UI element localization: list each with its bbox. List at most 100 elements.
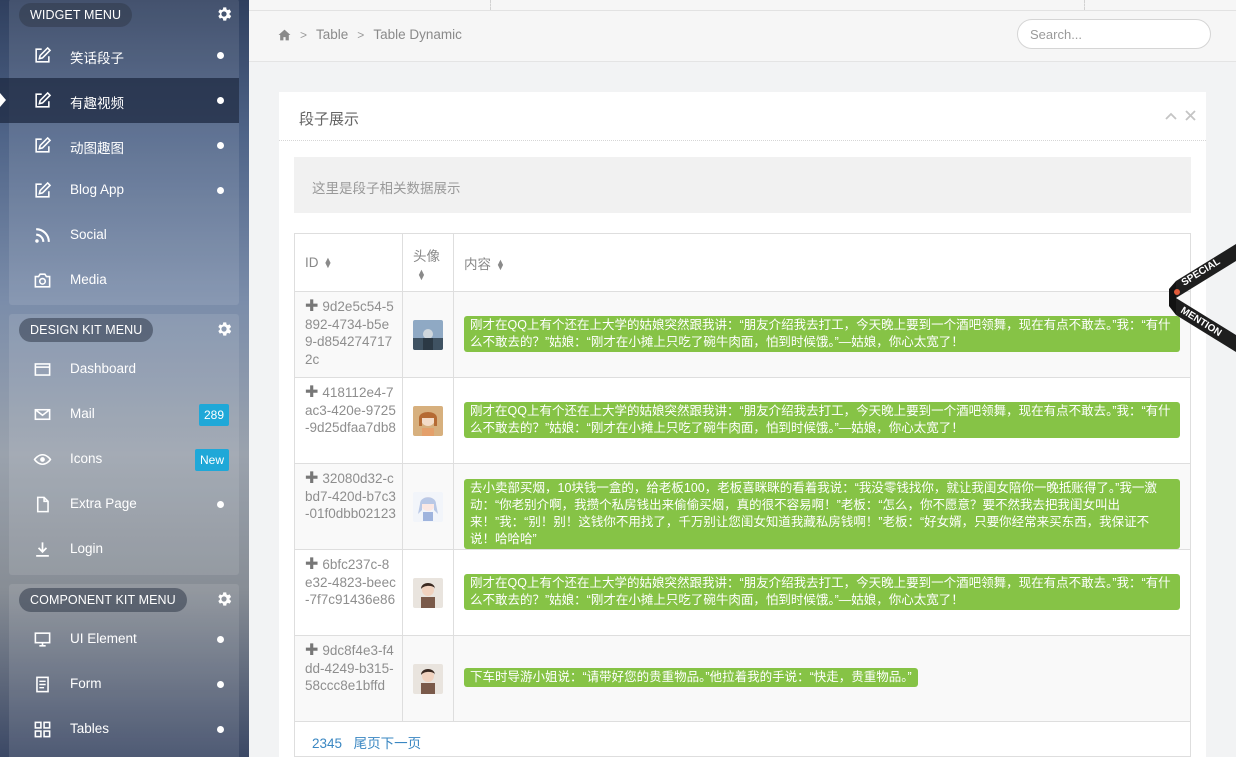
- expand-plus-icon[interactable]: ✚: [305, 298, 318, 315]
- sort-icon[interactable]: ▲ ▼: [417, 267, 426, 281]
- expand-plus-icon[interactable]: ✚: [305, 556, 318, 573]
- sidebar-item-mail[interactable]: Mail 289: [9, 392, 239, 437]
- sidebar-item-ui-element[interactable]: UI Element: [9, 617, 239, 662]
- divider: [249, 10, 1236, 11]
- joke-text: 刚才在QQ上有个还在上大学的姑娘突然跟我讲：“朋友介绍我去打工，今天晚上要到一个…: [464, 574, 1180, 610]
- component-kit-menu-header: COMPONENT KIT MENU: [9, 584, 239, 617]
- avatar: [413, 664, 443, 694]
- last-next-page-link[interactable]: 尾页下一页: [354, 736, 422, 751]
- sidebar-item-gifs[interactable]: 动图趣图: [9, 123, 239, 168]
- dot-indicator: [217, 52, 224, 59]
- sidebar-item-tables[interactable]: Tables: [9, 707, 239, 752]
- menu-group-title: WIDGET MENU: [19, 3, 133, 27]
- gear-icon[interactable]: [215, 590, 233, 608]
- table-row: ✚ 9dc8f4e3-f4dd-4249-b315-58ccc8e1bffd 下车…: [294, 635, 1191, 722]
- avatar: [413, 492, 443, 522]
- pagination-row: 2345 尾页下一页: [294, 721, 1191, 757]
- download-icon: [36, 542, 49, 557]
- avatar: [413, 406, 443, 436]
- sidebar-item-form[interactable]: Form: [9, 662, 239, 707]
- home-icon[interactable]: [278, 29, 291, 41]
- row-id: 32080d32-cbd7-420d-b7c3-01f0dbb02123: [305, 471, 396, 521]
- row-id: 9dc8f4e3-f4dd-4249-b315-58ccc8e1bffd: [305, 643, 394, 693]
- info-notice: 这里是段子相关数据展示: [294, 157, 1191, 213]
- column-header-label: ID: [305, 255, 319, 270]
- dot-indicator: [217, 636, 224, 643]
- divider: [490, 0, 491, 10]
- breadcrumb-item-table[interactable]: Table: [316, 27, 348, 42]
- dot-indicator: [217, 187, 224, 194]
- widget-menu: WIDGET MENU 笑话段子 有趣视频 动图趣图 Blog App Soci…: [0, 0, 239, 305]
- sidebar-item-icons[interactable]: Icons New: [9, 437, 239, 482]
- sidebar-item-blog-app[interactable]: Blog App: [9, 168, 239, 213]
- sort-icon[interactable]: ▲ ▼: [324, 256, 333, 270]
- table-row: ✚ 32080d32-cbd7-420d-b7c3-01f0dbb02123 去小…: [294, 463, 1191, 550]
- panel-tools: [1165, 110, 1196, 122]
- page-numbers-link[interactable]: 2345: [312, 736, 342, 751]
- new-badge: New: [194, 449, 229, 471]
- mail-count-badge: 289: [198, 404, 229, 426]
- sidebar-item-label: Form: [70, 676, 102, 691]
- joke-text: 刚才在QQ上有个还在上大学的姑娘突然跟我讲：“朋友介绍我去打工，今天晚上要到一个…: [464, 316, 1180, 352]
- sidebar-item-jokes[interactable]: 笑话段子: [9, 33, 239, 78]
- top-bar: > Table > Table Dynamic: [249, 0, 1236, 62]
- sidebar-item-label: 动图趣图: [70, 141, 124, 156]
- chevron-up-icon[interactable]: [1165, 110, 1177, 122]
- sort-icon[interactable]: ▲ ▼: [496, 257, 505, 271]
- sidebar-item-login[interactable]: Login: [9, 527, 239, 572]
- dot-indicator: [217, 97, 224, 104]
- id-cell: ✚ 6bfc237c-8e32-4823-beec-7f7c91436e86: [294, 549, 403, 636]
- column-header-content[interactable]: 内容 ▲ ▼: [453, 233, 1191, 292]
- table-row: ✚ 6bfc237c-8e32-4823-beec-7f7c91436e86 刚才…: [294, 549, 1191, 636]
- avatar-cell: [402, 291, 454, 378]
- eye-icon: [33, 453, 52, 466]
- edit-icon: [35, 46, 52, 63]
- joke-text: 下车时导游小姐说：“请带好您的贵重物品。”他拉着我的手说：“快走，贵重物品。”: [464, 668, 918, 687]
- edit-icon: [35, 181, 52, 198]
- monitor-icon: [34, 632, 51, 647]
- column-header-id[interactable]: ID ▲ ▼: [294, 233, 403, 292]
- panel-header: 段子展示: [279, 92, 1206, 141]
- gear-icon[interactable]: [215, 5, 233, 23]
- row-id: 6bfc237c-8e32-4823-beec-7f7c91436e86: [305, 557, 396, 607]
- chevron-right-icon: >: [357, 27, 365, 42]
- expand-plus-icon[interactable]: ✚: [305, 470, 318, 487]
- expand-plus-icon[interactable]: ✚: [305, 642, 318, 659]
- id-cell: ✚ 418112e4-7ac3-420e-9725-9d25dfaa7db8: [294, 377, 403, 464]
- content-cell: 刚才在QQ上有个还在上大学的姑娘突然跟我讲：“朋友介绍我去打工，今天晚上要到一个…: [453, 377, 1191, 464]
- chevron-right-icon: >: [300, 27, 308, 42]
- expand-plus-icon[interactable]: ✚: [305, 384, 318, 401]
- close-icon[interactable]: [1185, 110, 1196, 121]
- joke-text: 刚才在QQ上有个还在上大学的姑娘突然跟我讲：“朋友介绍我去打工，今天晚上要到一个…: [464, 402, 1180, 438]
- gear-icon[interactable]: [215, 320, 233, 338]
- edit-icon: [35, 91, 52, 108]
- sidebar-item-label: Mail: [70, 406, 95, 421]
- sidebar-item-label: Social: [70, 227, 107, 242]
- data-table: ID ▲ ▼ 头像 ▲ ▼ 内容 ▲ ▼ ✚ 9d2e5c54-5892-4734-b5e9-…: [294, 233, 1191, 757]
- sidebar-item-social[interactable]: Social: [9, 213, 239, 258]
- dot-indicator: [217, 681, 224, 688]
- component-kit-menu: COMPONENT KIT MENU UI Element Form Table…: [9, 584, 239, 757]
- row-id: 9d2e5c54-5892-4734-b5e9-d8542747172c: [305, 299, 394, 367]
- column-header-avatar[interactable]: 头像 ▲ ▼: [402, 233, 454, 292]
- avatar-cell: [402, 635, 454, 722]
- id-cell: ✚ 9d2e5c54-5892-4734-b5e9-d8542747172c: [294, 291, 403, 378]
- special-mention-ribbon: SPECIAL MENTION: [1169, 244, 1236, 352]
- sidebar-item-media[interactable]: Media: [9, 258, 239, 303]
- sidebar-item-label: Login: [70, 541, 104, 556]
- sidebar-item-videos[interactable]: 有趣视频: [0, 78, 239, 123]
- divider: [1084, 0, 1085, 10]
- dot-indicator: [217, 501, 224, 508]
- content-cell: 刚才在QQ上有个还在上大学的姑娘突然跟我讲：“朋友介绍我去打工，今天晚上要到一个…: [453, 291, 1191, 378]
- sidebar: WIDGET MENU 笑话段子 有趣视频 动图趣图 Blog App Soci…: [0, 0, 249, 757]
- design-kit-menu: DESIGN KIT MENU Dashboard Mail 289 Icons…: [9, 314, 239, 575]
- search-input[interactable]: [1017, 19, 1211, 49]
- table-header-row: ID ▲ ▼ 头像 ▲ ▼ 内容 ▲ ▼: [294, 233, 1191, 292]
- column-header-label: 头像: [413, 249, 440, 264]
- edit-icon: [35, 136, 52, 153]
- sidebar-item-extra-page[interactable]: Extra Page: [9, 482, 239, 527]
- sidebar-item-label: 有趣视频: [70, 96, 124, 111]
- sidebar-item-dashboard[interactable]: Dashboard: [9, 347, 239, 392]
- ribbon-text-mention: MENTION: [1178, 305, 1223, 339]
- avatar-cell: [402, 463, 454, 550]
